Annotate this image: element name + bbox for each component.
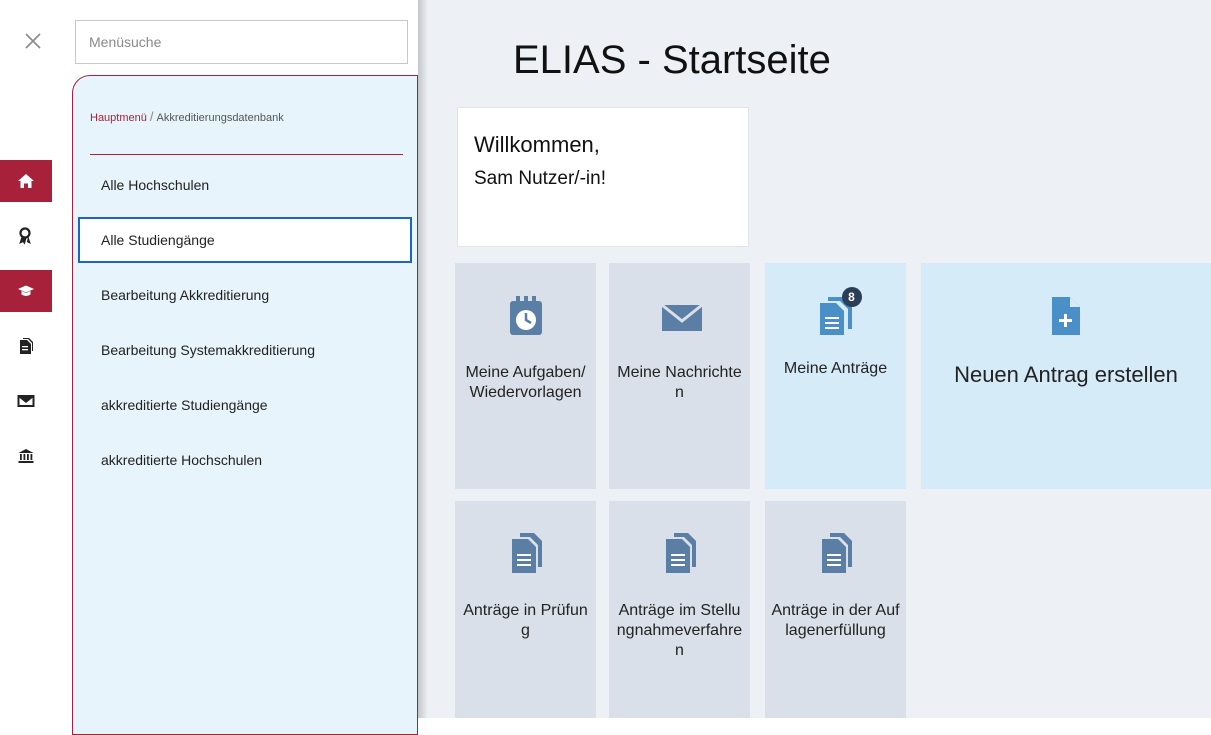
tile-label: Meine Aufgaben/ Wiedervorlagen [465,364,586,401]
welcome-card: Willkommen, Sam Nutzer/-in! [457,107,749,247]
close-icon[interactable] [22,30,44,52]
rail-home[interactable] [0,160,52,202]
rail-study-programs[interactable] [0,270,52,312]
main-content: ELIAS - Startseite Willkommen, Sam Nutze… [418,0,1211,718]
rail-accreditation[interactable] [0,215,52,257]
document-icon [20,338,33,354]
tile-applications-statement[interactable]: Anträge im Stellungnahmeverfahren [609,501,750,718]
envelope-icon [660,293,703,339]
award-icon [19,227,31,245]
tile-applications-in-review[interactable]: Anträge in Prüfung [455,501,596,718]
welcome-greeting: Willkommen, [474,132,600,157]
menu-item-all-universities[interactable]: Alle Hochschulen [78,162,412,208]
institution-icon [18,449,34,463]
new-document-icon [1046,293,1086,339]
menu-item-accreditation-processing[interactable]: Bearbeitung Akkreditierung [78,272,412,318]
tile-label: Anträge in der Auflagenerfüllung [771,602,900,639]
envelope-icon [17,395,35,407]
icon-rail [0,0,68,718]
menu-item-accredited-study-programs[interactable]: akkreditierte Studiengänge [78,382,412,428]
breadcrumb-current: Akkreditierungsdatenbank [156,112,284,124]
menu-search-input[interactable] [75,20,408,64]
tile-label: Meine Nachrichten [617,364,742,401]
tile-my-messages[interactable]: Meine Nachrichten [609,263,750,489]
menu-item-system-accreditation-processing[interactable]: Bearbeitung Systemakkreditierung [78,327,412,373]
tile-applications-conditions[interactable]: Anträge in der Auflagenerfüllung [765,501,906,718]
divider [90,154,403,155]
menu-item-accredited-universities[interactable]: akkreditierte Hochschulen [78,437,412,483]
calendar-clock-icon [506,293,546,339]
tile-my-tasks[interactable]: Meine Aufgaben/ Wiedervorlagen [455,263,596,489]
document-icon [816,531,856,577]
menu-panel: Hauptmenü / Akkreditierungsdatenbank Alle … [72,75,418,735]
tile-label: Anträge in Prüfung [463,602,588,639]
breadcrumb: Hauptmenü / Akkreditierungsdatenbank [90,109,284,124]
rail-documents[interactable] [0,325,52,367]
rail-institutions[interactable] [0,435,52,477]
document-icon [506,531,546,577]
panel-shadow [418,0,428,718]
document-icon [660,531,700,577]
breadcrumb-separator: / [149,109,154,124]
documents-icon: 8 [816,287,862,339]
rail-messages[interactable] [0,380,52,422]
welcome-user: Sam Nutzer/-in! [474,168,606,189]
tile-label: Anträge im Stellungnahmeverfahren [616,602,743,659]
notification-badge: 8 [841,287,862,307]
breadcrumb-home-link[interactable]: Hauptmenü [90,112,147,124]
tile-label: Meine Anträge [783,360,888,377]
tile-new-application[interactable]: Neuen Antrag erstellen [921,263,1211,489]
tile-label: Neuen Antrag erstellen [954,362,1178,387]
page-title: ELIAS - Startseite [513,38,831,82]
tile-my-applications[interactable]: 8 Meine Anträge [765,263,906,489]
menu-item-all-study-programs[interactable]: Alle Studiengänge [78,217,412,263]
home-icon [18,174,34,188]
graduation-cap-icon [18,285,34,296]
